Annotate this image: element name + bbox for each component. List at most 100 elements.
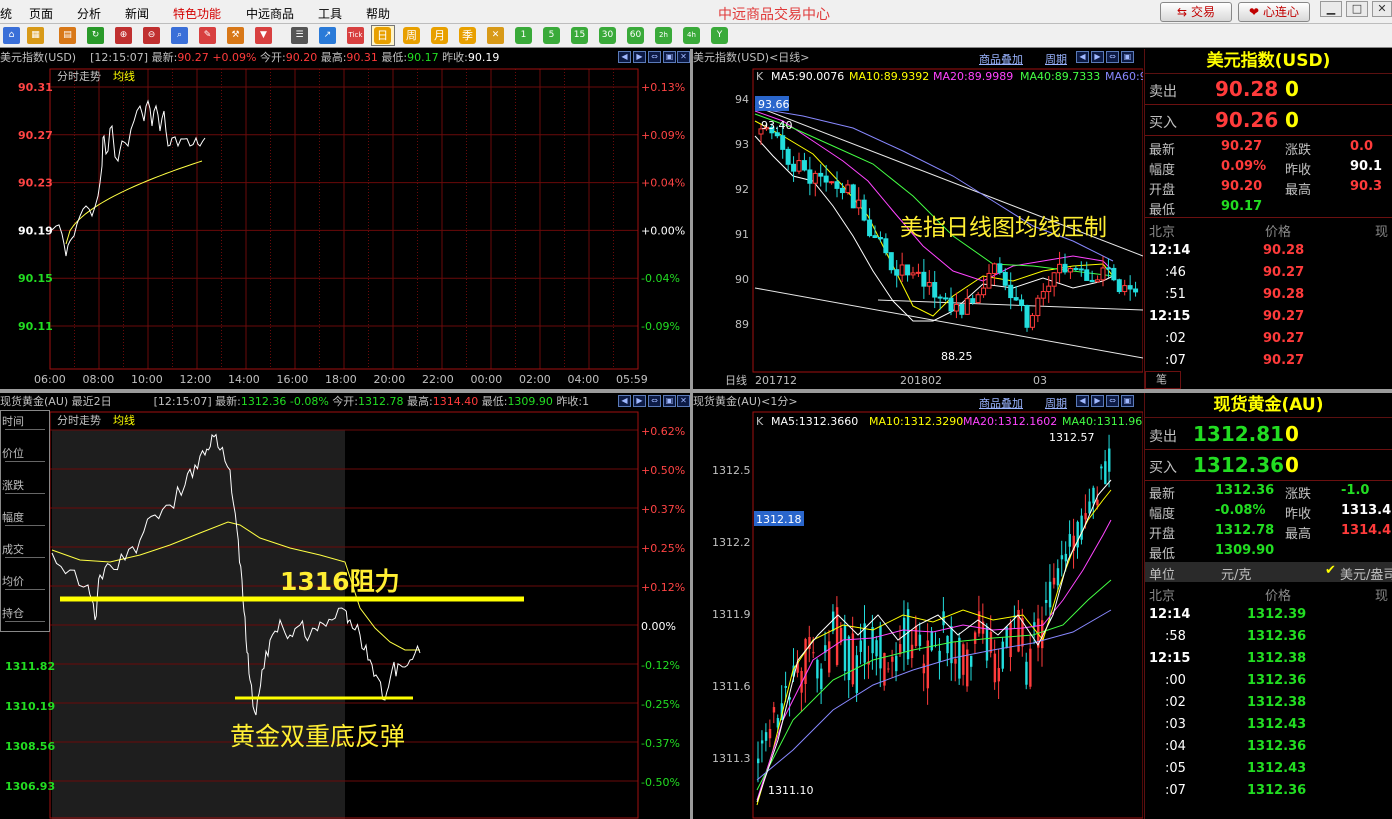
candle [895, 655, 898, 672]
panel-icon[interactable]: ▤ [59, 27, 76, 44]
minimize-button[interactable]: ▁ [1320, 1, 1342, 17]
checkmark-icon[interactable]: ✔ [1325, 563, 1336, 578]
menu-analysis[interactable]: 分析 [77, 5, 101, 22]
grid-icon[interactable]: ▦ [27, 27, 44, 44]
candle [1084, 513, 1087, 520]
overlay-button[interactable]: 商品叠加 [979, 395, 1023, 411]
gold-intraday-header: 现货黄金(AU) 最近2日 [12:15:07] 最新:1312.36 -0.0… [0, 395, 590, 408]
panel-close-icon[interactable]: ✕ [677, 51, 690, 63]
period-60-button[interactable]: 60 [627, 27, 644, 44]
candle [845, 184, 851, 194]
menu-features[interactable]: 特色功能 [173, 5, 221, 22]
tick-tab[interactable]: 笔 [1145, 371, 1181, 389]
period-year-button[interactable]: Y [711, 27, 728, 44]
candle [1092, 487, 1095, 504]
ma20-value: MA20:89.9989 [933, 70, 1013, 83]
panel-restore-icon[interactable]: ▣ [1121, 51, 1134, 63]
pct-axis-label: +0.04% [641, 177, 685, 190]
quarter-button[interactable]: 季 [459, 27, 476, 44]
panel-expand-icon[interactable]: ⇔ [1106, 51, 1119, 63]
refresh-icon[interactable]: ↻ [87, 27, 104, 44]
stat-label: 最新 [1149, 143, 1176, 158]
panel-restore-icon[interactable]: ▣ [1121, 395, 1134, 407]
candle [1133, 288, 1139, 293]
overlay-button[interactable]: 商品叠加 [979, 51, 1023, 67]
day-button[interactable]: 日 [371, 25, 395, 46]
panel-next-icon[interactable]: ▶ [1091, 51, 1104, 63]
panel-close-icon[interactable]: ✕ [677, 395, 690, 407]
panel-prev-icon[interactable]: ◀ [1076, 395, 1089, 407]
trade-button[interactable]: ⇆ 交易 [1160, 2, 1232, 22]
period-30-button[interactable]: 30 [599, 27, 616, 44]
connect-button[interactable]: ❤ 心连心 [1238, 2, 1310, 22]
menu-help[interactable]: 帮助 [366, 5, 390, 22]
svg-text:03: 03 [1033, 374, 1047, 387]
tick-icon[interactable]: Tick [347, 27, 364, 44]
gold-intraday-panel[interactable]: 现货黄金(AU) 最近2日 [12:15:07] 最新:1312.36 -0.0… [0, 393, 690, 819]
x-axis-label: 06:00 [34, 373, 66, 386]
tick-price: 1312.43 [1247, 717, 1307, 732]
table-icon[interactable]: ☰ [291, 27, 308, 44]
month-button[interactable]: 月 [431, 27, 448, 44]
usd-ounce-option[interactable]: 美元/盎司 [1340, 564, 1392, 583]
menu-tools[interactable]: 工具 [318, 5, 342, 22]
ma10-value: MA10:89.9392 [849, 70, 929, 83]
candle [991, 263, 997, 274]
tick-time: 12:14 [1149, 243, 1191, 258]
candle [785, 148, 791, 165]
panel-expand-icon[interactable]: ⇔ [648, 395, 661, 407]
moving-average-line [756, 579, 1112, 791]
panel-prev-icon[interactable]: ◀ [618, 51, 631, 63]
period-4h-button[interactable]: 4h [683, 27, 700, 44]
menu-page[interactable]: 页面 [29, 5, 53, 22]
zoom-out-icon[interactable]: ⊖ [143, 27, 160, 44]
zoom-in-icon[interactable]: ⊕ [115, 27, 132, 44]
candle [959, 304, 965, 315]
svg-text:K: K [756, 70, 764, 83]
tick-price: 90.28 [1263, 243, 1305, 258]
period-button[interactable]: 周期 [1045, 395, 1067, 411]
candle [1073, 267, 1079, 270]
funnel-icon[interactable]: ▼ [255, 27, 272, 44]
search-icon[interactable]: ⌕ [171, 27, 188, 44]
panel-next-icon[interactable]: ▶ [1091, 395, 1104, 407]
candle [871, 627, 874, 654]
period-1-button[interactable]: 1 [515, 27, 532, 44]
svg-text:K: K [756, 415, 764, 428]
candle [1024, 304, 1030, 328]
panel-prev-icon[interactable]: ◀ [618, 395, 631, 407]
home-icon[interactable]: ⌂ [3, 27, 20, 44]
usd-intraday-panel[interactable]: 美元指数(USD) [12:15:07] 最新:90.27 +0.09% 今开:… [0, 49, 690, 389]
panel-expand-icon[interactable]: ⇔ [1106, 395, 1119, 407]
cross-icon[interactable]: ✕ [487, 27, 504, 44]
gold-quote-title: 现货黄金(AU) [1145, 393, 1392, 418]
candle [883, 238, 889, 254]
period-15-button[interactable]: 15 [571, 27, 588, 44]
line-chart-icon[interactable]: ↗ [319, 27, 336, 44]
maximize-button[interactable]: □ [1346, 1, 1368, 17]
menu-products[interactable]: 中远商品 [246, 5, 294, 22]
panel-restore-icon[interactable]: ▣ [663, 51, 676, 63]
period-2h-button[interactable]: 2h [655, 27, 672, 44]
info-label: 成交 [2, 543, 24, 556]
usd-daily-panel[interactable]: 美元指数(USD)<日线> 商品叠加 周期 ◀ ▶ ⇔ ▣ K MA5:90.0… [693, 49, 1143, 389]
panel-expand-icon[interactable]: ⇔ [648, 51, 661, 63]
panel-next-icon[interactable]: ▶ [633, 395, 646, 407]
ma60-value: MA60:9 [1105, 70, 1143, 83]
candle [812, 172, 818, 184]
period-5-button[interactable]: 5 [543, 27, 560, 44]
stat-label: 最新 [1149, 487, 1176, 502]
menu-system[interactable]: 统 [0, 5, 12, 22]
period-button[interactable]: 周期 [1045, 51, 1067, 67]
menu-news[interactable]: 新闻 [125, 5, 149, 22]
panel-prev-icon[interactable]: ◀ [1076, 51, 1089, 63]
panel-next-icon[interactable]: ▶ [633, 51, 646, 63]
gold-1min-panel[interactable]: 现货黄金(AU)<1分> 商品叠加 周期 ◀ ▶ ⇔ ▣ K MA5:1312.… [693, 393, 1143, 819]
pen-icon[interactable]: ✎ [199, 27, 216, 44]
stat-value: -0.08% [1215, 503, 1266, 518]
candle [1013, 297, 1019, 301]
week-button[interactable]: 周 [403, 27, 420, 44]
panel-restore-icon[interactable]: ▣ [663, 395, 676, 407]
tool-icon[interactable]: ⚒ [227, 27, 244, 44]
close-button[interactable]: ✕ [1372, 1, 1392, 17]
